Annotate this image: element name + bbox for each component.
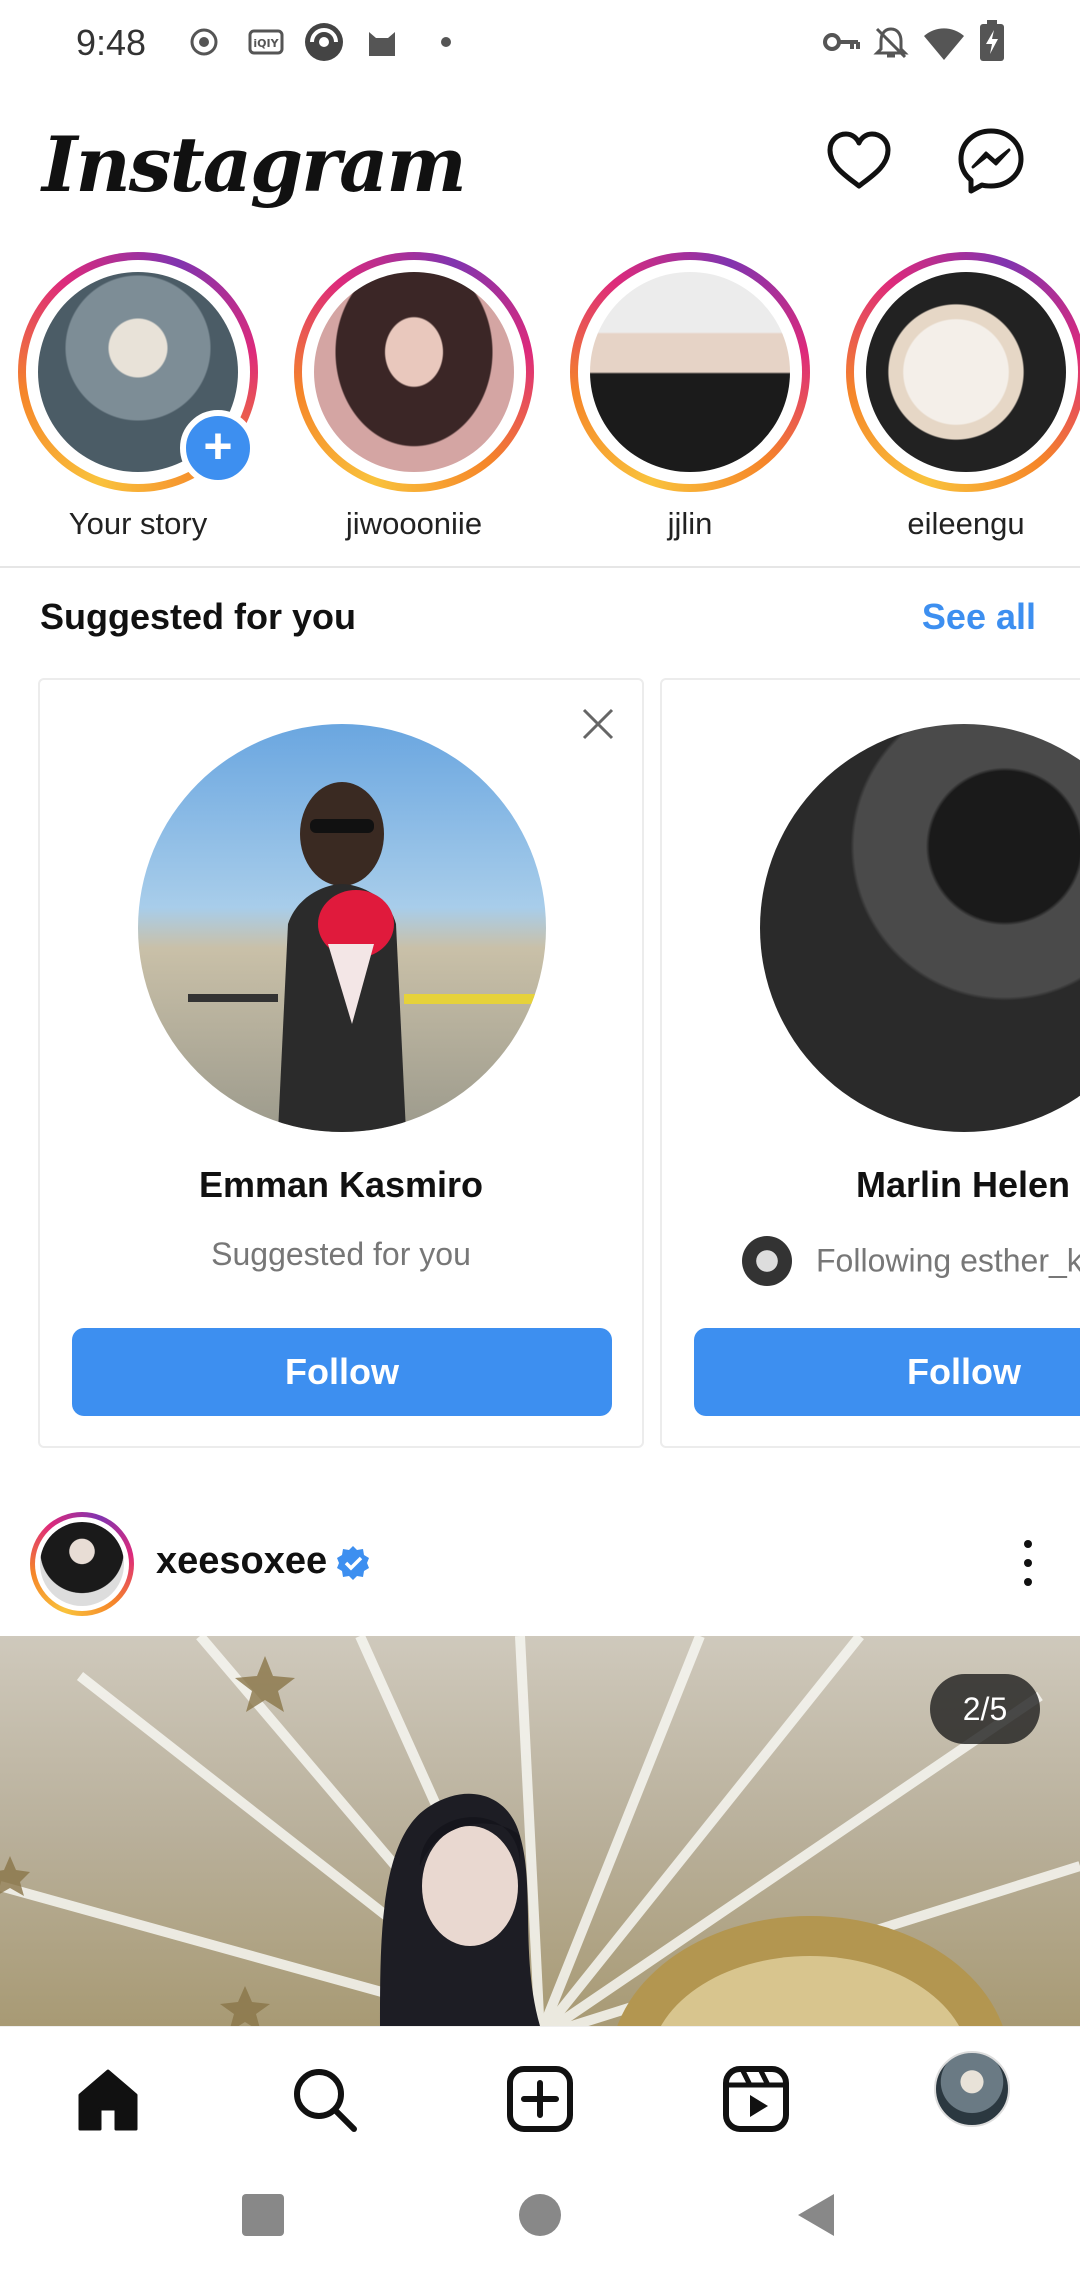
- post-image[interactable]: 2/5: [0, 1636, 1080, 2026]
- home-button[interactable]: [515, 2190, 565, 2240]
- story-avatar: [590, 272, 790, 472]
- profile-avatar[interactable]: [934, 2051, 1010, 2127]
- vpn-key-icon: [823, 33, 860, 51]
- back-button[interactable]: [792, 2190, 842, 2240]
- post-username[interactable]: xeesoxee: [156, 1540, 327, 1583]
- status-bar: 9:48 iQIY: [0, 0, 1080, 90]
- dot-icon: [441, 37, 451, 47]
- suggestion-avatar[interactable]: [760, 724, 1080, 1132]
- post-header: xeesoxee: [0, 1508, 1080, 1618]
- stories-tray: + Your story jiwoooniie jjlin eileengu: [0, 250, 1080, 560]
- home-icon[interactable]: [72, 2063, 144, 2135]
- system-nav-bar: [0, 2166, 1080, 2280]
- record-icon: [190, 28, 218, 56]
- reels-icon[interactable]: [720, 2063, 792, 2135]
- status-time: 9:48: [76, 22, 147, 63]
- story-label: eileengu: [907, 506, 1025, 541]
- story-label: jiwoooniie: [345, 506, 483, 541]
- divider: [0, 566, 1080, 568]
- app-header: Instagram: [0, 100, 1080, 240]
- suggested-title: Suggested for you: [40, 596, 357, 637]
- suggestion-name[interactable]: Emman Kasmiro: [40, 1164, 642, 1206]
- suggestion-avatar[interactable]: [138, 724, 546, 1132]
- verified-badge-icon: [337, 1546, 369, 1580]
- person-silhouette: [188, 782, 546, 1132]
- post-photo: [0, 1636, 1080, 2026]
- battery-charging-icon: [980, 20, 1004, 61]
- story-avatar: [314, 272, 514, 472]
- story-label: Your story: [68, 506, 208, 541]
- story-avatar: [866, 272, 1066, 472]
- see-all-link[interactable]: See all: [922, 596, 1036, 638]
- bell-off-icon: [873, 27, 909, 59]
- story-jjlin[interactable]: jjlin: [562, 250, 812, 550]
- carousel-counter: 2/5: [930, 1674, 1040, 1744]
- heart-icon[interactable]: [824, 126, 894, 196]
- cat-icon: [369, 32, 395, 56]
- story-jiwoooniie[interactable]: jiwoooniie: [286, 250, 536, 550]
- wifi-icon: [924, 28, 964, 60]
- close-icon[interactable]: [576, 702, 620, 746]
- more-options-icon[interactable]: [1020, 1538, 1036, 1588]
- story-label: jjlin: [667, 506, 713, 541]
- suggestion-subtitle: Suggested for you: [211, 1236, 471, 1272]
- suggestion-name[interactable]: Marlin Helen: [662, 1164, 1080, 1206]
- instagram-logo[interactable]: Instagram: [42, 120, 467, 209]
- follow-button[interactable]: Follow: [72, 1328, 612, 1416]
- mutual-avatar: [742, 1236, 792, 1286]
- create-icon[interactable]: [504, 2063, 576, 2135]
- post-avatar[interactable]: [40, 1522, 124, 1606]
- svg-text:iQIY: iQIY: [253, 37, 279, 50]
- bottom-nav: [0, 2026, 1080, 2166]
- suggestion-card: Emman Kasmiro Suggested for you Follow: [38, 678, 644, 1448]
- search-icon[interactable]: [288, 2063, 360, 2135]
- messenger-icon[interactable]: [956, 126, 1026, 196]
- story-eileengu[interactable]: eileengu: [838, 250, 1080, 550]
- story-your-story[interactable]: + Your story: [10, 250, 260, 550]
- follow-button[interactable]: Follow: [694, 1328, 1080, 1416]
- add-story-button[interactable]: +: [180, 410, 256, 486]
- suggested-carousel[interactable]: Emman Kasmiro Suggested for you Follow M…: [0, 678, 1080, 1448]
- suggestion-card: Marlin Helen Following esther_k Follow: [660, 678, 1080, 1448]
- iqiyi-icon: iQIY: [248, 29, 284, 55]
- mutual-text: Following esther_k: [816, 1242, 1080, 1279]
- recents-button[interactable]: [238, 2190, 288, 2240]
- app-icon: [305, 23, 343, 61]
- suggestion-subtitle: Following esther_k: [742, 1236, 1080, 1286]
